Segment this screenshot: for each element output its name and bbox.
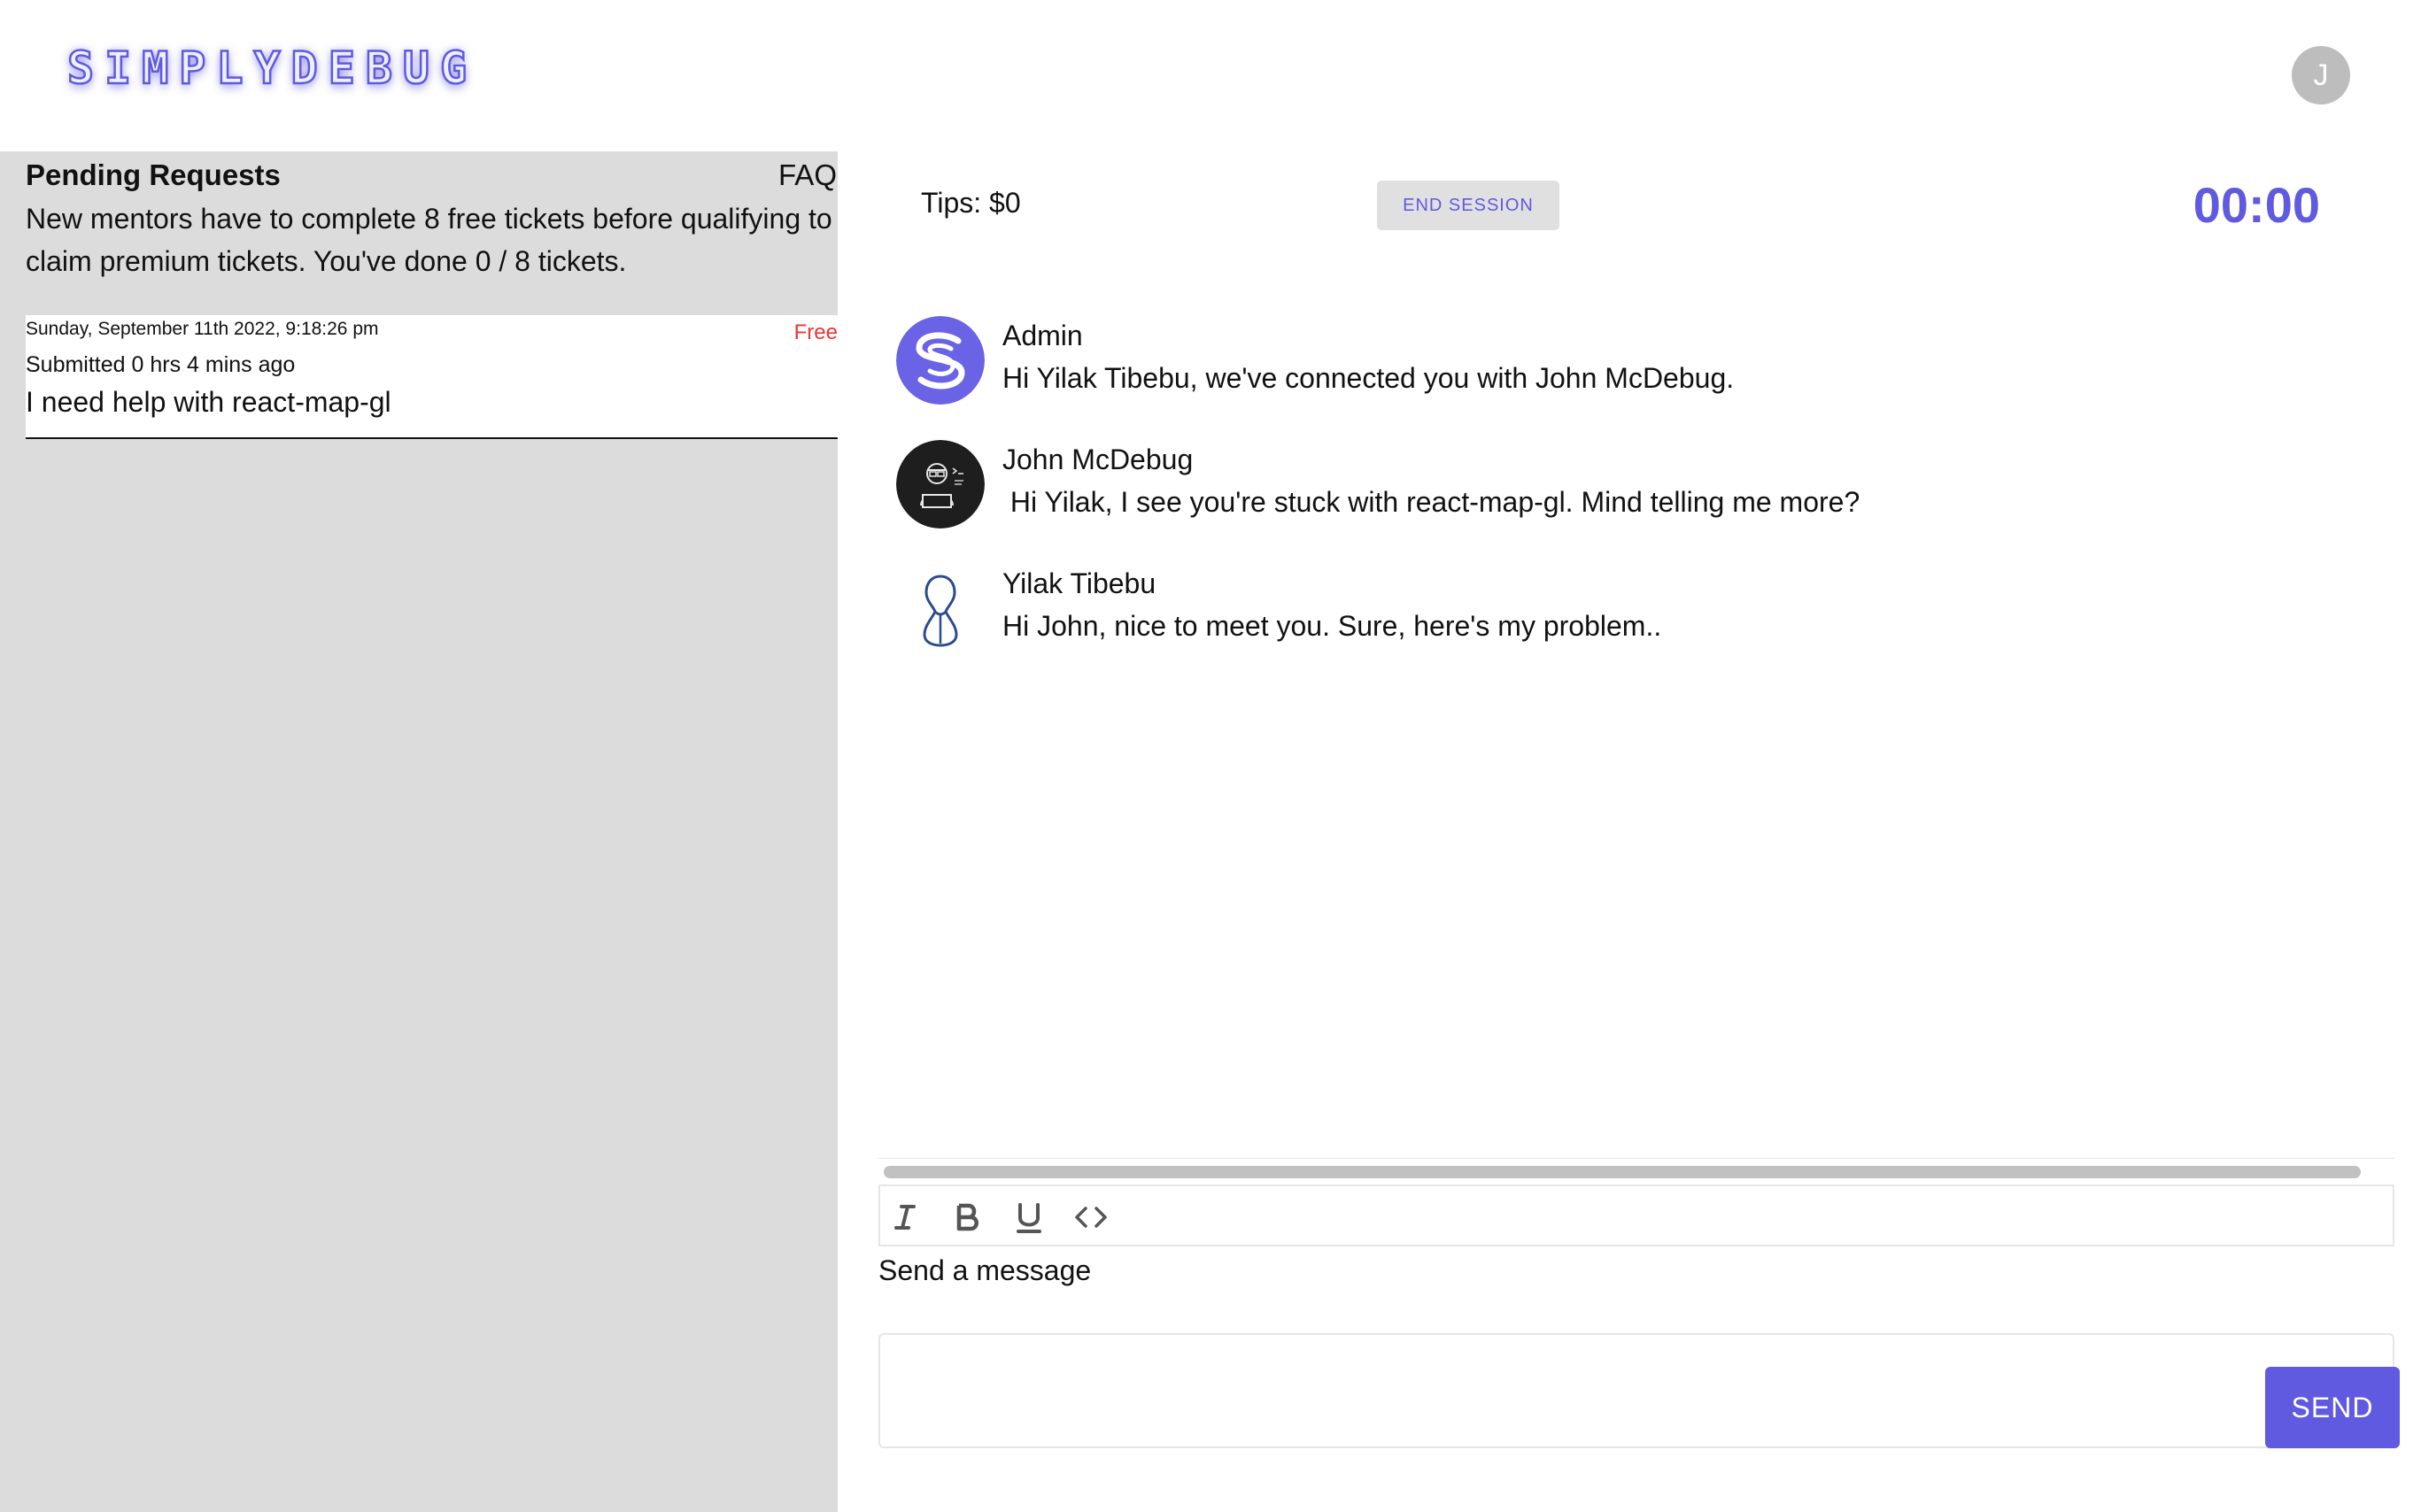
simplydebug-logo-icon: [896, 316, 985, 405]
top-header: SIMPLYDEBUG J: [0, 0, 2421, 151]
user-avatar[interactable]: J: [2292, 46, 2350, 104]
message-input[interactable]: [878, 1333, 2394, 1448]
ticket-tier-badge: Free: [793, 320, 838, 344]
scrollbar-thumb[interactable]: [884, 1166, 2361, 1178]
pending-requests-sidebar: Pending Requests FAQ New mentors have to…: [0, 151, 838, 1512]
code-icon[interactable]: [1071, 1198, 1110, 1237]
ticket-card[interactable]: Sunday, September 11th 2022, 9:18:26 pm …: [26, 315, 838, 439]
ticket-submitted-time: Submitted 0 hrs 4 mins ago: [26, 352, 296, 377]
chat-message: John McDebug Hi Yilak, I see you're stuc…: [896, 440, 2313, 537]
faq-link[interactable]: FAQ: [778, 158, 837, 192]
message-text: Hi Yilak, I see you're stuck with react-…: [1002, 486, 1860, 518]
sidebar-title: Pending Requests: [26, 158, 281, 191]
message-text: Hi Yilak Tibebu, we've connected you wit…: [1002, 362, 1735, 394]
end-session-button[interactable]: END SESSION: [1377, 181, 1559, 230]
formatting-toolbar: [878, 1184, 2394, 1246]
message-author: Yilak Tibebu: [1002, 567, 1156, 599]
italic-icon[interactable]: [886, 1198, 924, 1237]
ticket-date: Sunday, September 11th 2022, 9:18:26 pm: [26, 319, 379, 339]
chat-panel: Tips: $0 END SESSION 00:00 Admin Hi Yila…: [838, 151, 2421, 1512]
underline-icon[interactable]: [1009, 1198, 1048, 1237]
mentor-qualification-note: New mentors have to complete 8 free tick…: [26, 203, 832, 277]
person-outline-icon: [896, 564, 985, 652]
composer-label: Send a message: [878, 1254, 1092, 1286]
simplydebug-logo[interactable]: SIMPLYDEBUG: [66, 42, 477, 96]
horizontal-scrollbar[interactable]: [878, 1158, 2394, 1183]
message-author: John McDebug: [1002, 444, 1194, 475]
chat-message: Admin Hi Yilak Tibebu, we've connected y…: [896, 316, 2313, 413]
message-text: Hi John, nice to meet you. Sure, here's …: [1002, 610, 1662, 642]
send-button[interactable]: SEND: [2265, 1367, 2400, 1448]
bold-icon[interactable]: [948, 1198, 986, 1237]
tips-amount: Tips: $0: [921, 187, 1021, 219]
developer-avatar-icon: [896, 440, 985, 528]
ticket-title: I need help with react-map-gl: [26, 386, 391, 418]
chat-message: Yilak Tibebu Hi John, nice to meet you. …: [896, 564, 2313, 661]
session-timer: 00:00: [2193, 177, 2320, 233]
message-author: Admin: [1002, 320, 1083, 351]
